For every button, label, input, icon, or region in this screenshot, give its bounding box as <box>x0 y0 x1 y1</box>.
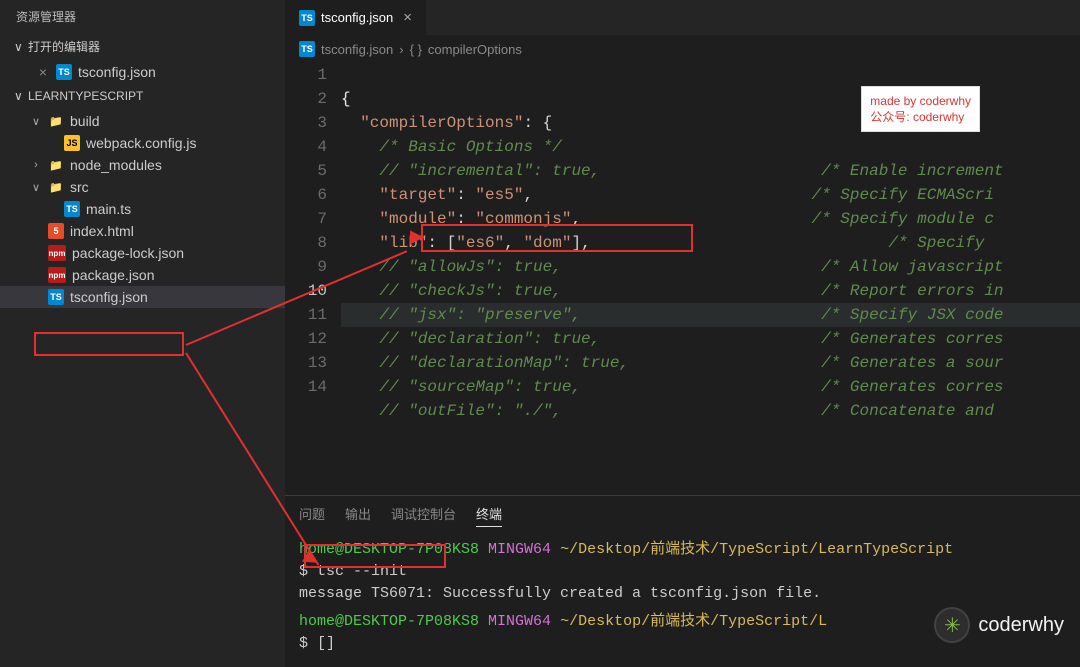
line-gutter: 1234567891011121314 <box>285 63 341 495</box>
sidebar: 资源管理器 ∨打开的编辑器 × TS tsconfig.json ∨LEARNT… <box>0 0 285 667</box>
ts-icon: TS <box>299 41 315 57</box>
file-main-ts[interactable]: TSmain.ts <box>0 198 285 220</box>
chevron-down-icon: ∨ <box>14 40 24 54</box>
folder-icon: 📁 <box>48 157 64 173</box>
file-package-lock[interactable]: npmpackage-lock.json <box>0 242 285 264</box>
close-icon[interactable]: × <box>36 64 50 80</box>
chevron-down-icon: ∨ <box>14 89 24 103</box>
ts-icon: TS <box>48 289 64 305</box>
breadcrumb[interactable]: TS tsconfig.json› { } compilerOptions <box>285 35 1080 63</box>
folder-src[interactable]: ∨📁src <box>0 176 285 198</box>
brace-icon: { } <box>410 42 422 57</box>
open-editor-item[interactable]: × TS tsconfig.json <box>0 60 285 84</box>
ts-icon: TS <box>299 10 315 26</box>
folder-node-modules[interactable]: ›📁node_modules <box>0 154 285 176</box>
open-editors-header[interactable]: ∨打开的编辑器 <box>0 33 285 60</box>
wechat-icon: ✳ <box>934 607 970 643</box>
folder-icon: 📁 <box>48 179 64 195</box>
chevron-down-icon: ∨ <box>30 115 42 128</box>
explorer-title: 资源管理器 <box>0 0 285 33</box>
tab-debug-console[interactable]: 调试控制台 <box>391 504 456 527</box>
folder-icon: 📁 <box>48 113 64 129</box>
tab-tsconfig[interactable]: TStsconfig.json× <box>285 0 426 35</box>
tab-terminal[interactable]: 终端 <box>476 504 502 527</box>
json-icon: npm <box>48 245 66 261</box>
file-tsconfig[interactable]: TStsconfig.json <box>0 286 285 308</box>
file-index-html[interactable]: 5index.html <box>0 220 285 242</box>
html-icon: 5 <box>48 223 64 239</box>
chevron-down-icon: ∨ <box>30 181 42 194</box>
chevron-right-icon: › <box>30 159 42 171</box>
author-note: made by coderwhy公众号: coderwhy <box>861 86 980 132</box>
tab-problems[interactable]: 问题 <box>299 504 325 527</box>
file-webpack[interactable]: JSwebpack.config.js <box>0 132 285 154</box>
tab-bar: TStsconfig.json× <box>285 0 1080 35</box>
panel-tabs: 问题 输出 调试控制台 终端 <box>285 496 1080 533</box>
folder-build[interactable]: ∨📁build <box>0 110 285 132</box>
terminal[interactable]: home@DESKTOP-7P08KS8 MINGW64 ~/Desktop/前… <box>285 533 1080 667</box>
ts-icon: TS <box>64 201 80 217</box>
file-tree: ∨📁build JSwebpack.config.js ›📁node_modul… <box>0 108 285 310</box>
project-header[interactable]: ∨LEARNTYPESCRIPT <box>0 84 285 108</box>
json-icon: npm <box>48 267 66 283</box>
ts-icon: TS <box>56 64 72 80</box>
file-package[interactable]: npmpackage.json <box>0 264 285 286</box>
js-icon: JS <box>64 135 80 151</box>
close-icon[interactable]: × <box>403 9 412 26</box>
watermark: ✳ coderwhy <box>934 607 1064 643</box>
tab-output[interactable]: 输出 <box>345 504 371 527</box>
